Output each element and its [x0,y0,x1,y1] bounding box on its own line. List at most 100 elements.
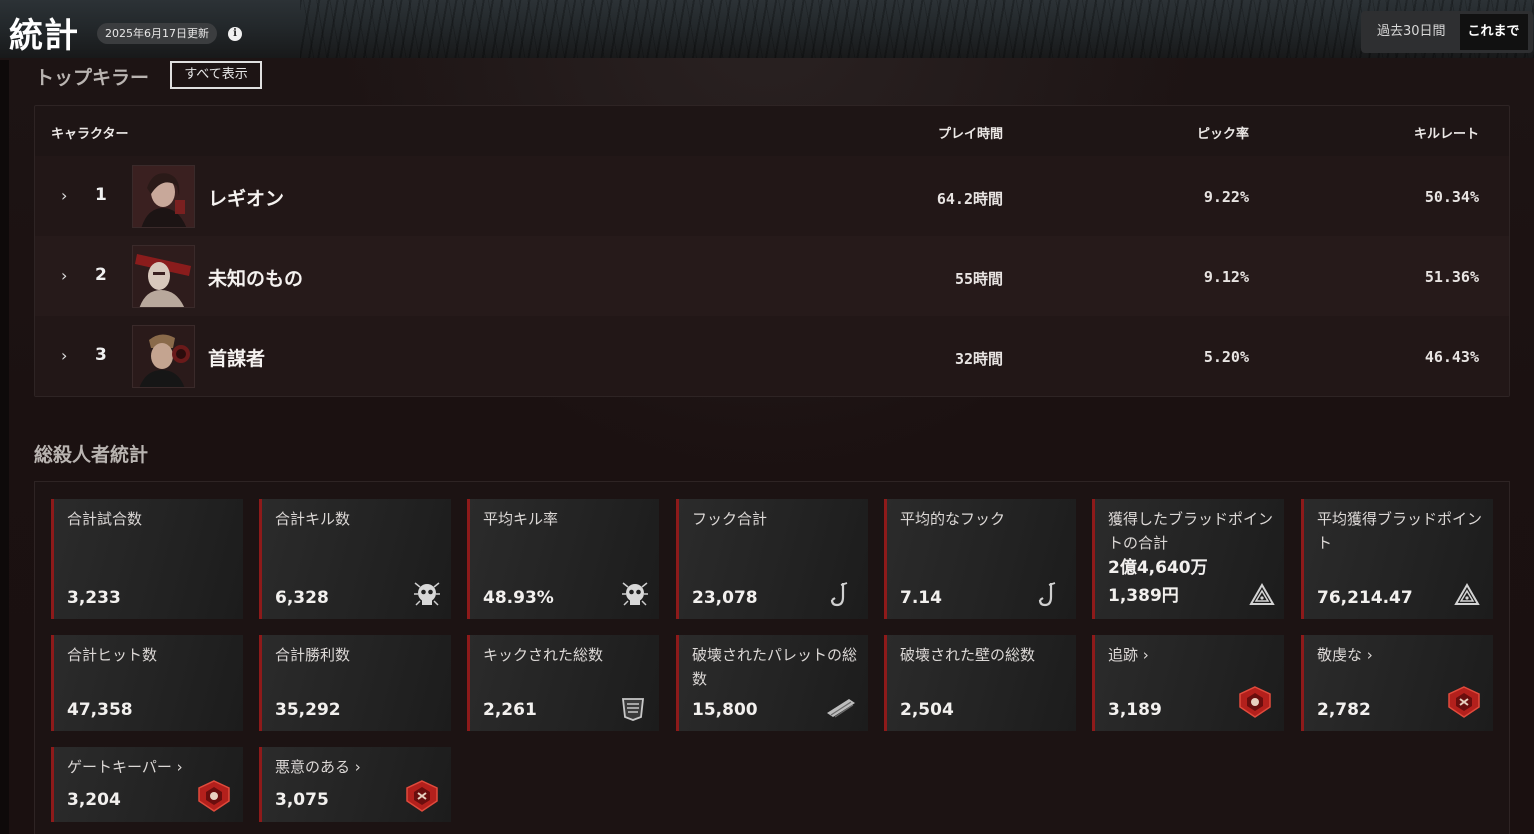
stat-card-total-bloodpoints: 獲得したブラッドポイントの合計 2億4,640万 1,389円 [1092,499,1284,619]
stat-card-total-wins: 合計勝利数 35,292 [259,635,451,731]
row-rank: 1 [95,185,107,205]
row-rank: 3 [95,345,107,365]
stat-value: 3,233 [67,588,121,608]
stat-label: 合計試合数 [67,510,143,528]
stat-label[interactable]: 追跡 › [1108,643,1274,667]
stat-card-total-matches: 合計試合数 3,233 [51,499,243,619]
playtime-value: 32時間 [954,350,1003,368]
stat-card-average-bloodpoints: 平均獲得ブラッドポイント 76,214.47 [1301,499,1493,619]
killer-stats-title: 総殺人者統計 [34,444,149,466]
header-grass-decoration [300,0,1534,58]
stat-card-malicious-emblem[interactable]: 悪意のある › 3,075 [259,747,451,822]
stat-label: 合計ヒット数 [67,646,158,664]
stat-value: 2,261 [483,700,537,720]
killer-name: 未知のもの [208,268,304,290]
kill-rate-value: 50.34% [1424,188,1479,206]
kill-rate-value: 46.43% [1424,348,1479,366]
skull-icon [414,582,440,606]
stat-label: フック合計 [692,510,768,528]
kill-rate-value: 51.36% [1424,268,1479,286]
pallet-icon [827,699,855,718]
hook-icon [1038,582,1056,607]
stat-label: 合計勝利数 [275,646,351,664]
skull-icon [622,582,648,606]
column-header-playtime: プレイ時間 [937,127,1003,142]
column-header-kill-rate: キルレート [1413,127,1479,142]
stat-value: 47,358 [67,700,133,720]
killer-portrait [132,325,195,388]
stat-label: 獲得したブラッドポイントの合計 [1108,510,1274,552]
stat-label: 平均キル率 [483,510,559,528]
top-killers-title: トップキラー [35,67,150,89]
stat-card-total-hooks: フック合計 23,078 [676,499,868,619]
stat-value: 3,204 [67,790,121,810]
stat-card-total-kicks: キックされた総数 2,261 [467,635,659,731]
stat-card-total-pallets-broken: 破壊されたパレットの総数 15,800 [676,635,868,731]
emblem-icon [1448,686,1480,718]
bloodpoint-icon [1454,583,1480,605]
killer-name: 首謀者 [208,348,266,370]
stat-value-line1: 2億4,640万 [1108,558,1208,578]
expand-chevron-icon[interactable]: › [61,346,67,365]
stat-card-average-hooks: 平均的なフック 7.14 [884,499,1076,619]
stat-value: 7.14 [900,588,942,608]
table-row[interactable]: › 3 首謀者 32時間 5.20% 46.43% [35,316,1509,396]
expand-chevron-icon[interactable]: › [61,186,67,205]
column-header-character: キャラクター [51,127,129,142]
killer-name: レギオン [208,188,285,210]
stat-label: 平均獲得ブラッドポイント [1317,510,1483,552]
stat-card-total-hits: 合計ヒット数 47,358 [51,635,243,731]
stat-label: 平均的なフック [900,510,1006,528]
info-icon[interactable]: i [228,27,242,41]
stat-value: 48.93% [483,588,554,608]
playtime-value: 55時間 [954,270,1003,288]
killer-stats-panel: 合計試合数 3,233 合計キル数 6,328 平均キル率 48.93% フック… [34,481,1510,834]
expand-chevron-icon[interactable]: › [61,266,67,285]
stat-card-gatekeeper-emblem[interactable]: ゲートキーパー › 3,204 [51,747,243,822]
time-range-toggle: 過去30日間 これまで [1361,11,1533,53]
show-all-button[interactable]: すべて表示 [170,61,262,89]
stat-label: 合計キル数 [275,510,351,528]
stat-label: 破壊されたパレットの総数 [692,646,858,688]
stat-value: 2,782 [1317,700,1371,720]
stat-value: 3,189 [1108,700,1162,720]
emblem-icon [198,780,230,812]
stat-value: 35,292 [275,700,341,720]
generator-icon [621,698,645,721]
page-title: 統計 [9,16,79,56]
stat-value: 2,504 [900,700,954,720]
killer-portrait [132,165,195,228]
stat-value: 6,328 [275,588,329,608]
stat-label: 破壊された壁の総数 [900,646,1036,664]
emblem-icon [406,780,438,812]
stat-card-devout-emblem[interactable]: 敬虔な › 2,782 [1301,635,1493,731]
table-row[interactable]: › 1 レギオン 64.2時間 9.22% 50.34% [35,156,1509,236]
killer-portrait [132,245,195,308]
stat-label[interactable]: ゲートキーパー › [67,755,233,779]
range-option-all-time[interactable]: これまで [1459,14,1528,50]
hook-icon [830,582,848,607]
stat-card-total-kills: 合計キル数 6,328 [259,499,451,619]
stat-label[interactable]: 敬虔な › [1317,643,1483,667]
table-row[interactable]: › 2 未知のもの 55時間 9.12% 51.36% [35,236,1509,316]
stat-card-total-walls-broken: 破壊された壁の総数 2,504 [884,635,1076,731]
pick-rate-value: 9.22% [1203,188,1249,206]
emblem-icon [1239,686,1271,718]
header-banner: 統計 2025年6月17日更新 i 過去30日間 これまで [0,0,1534,58]
bloodpoint-icon [1249,583,1275,605]
stat-value: 15,800 [692,700,758,720]
left-rail [0,60,9,834]
stat-card-average-kill-rate: 平均キル率 48.93% [467,499,659,619]
stat-card-chaser-emblem[interactable]: 追跡 › 3,189 [1092,635,1284,731]
stat-value-line2: 1,389円 [1108,586,1179,606]
stat-value: 3,075 [275,790,329,810]
playtime-value: 64.2時間 [936,190,1003,208]
row-rank: 2 [95,265,107,285]
stat-label[interactable]: 悪意のある › [275,755,441,779]
pick-rate-value: 9.12% [1203,268,1249,286]
range-option-30days[interactable]: 過去30日間 [1363,14,1460,50]
updated-date-badge: 2025年6月17日更新 [97,23,217,44]
stat-value: 23,078 [692,588,758,608]
column-header-pick-rate: ピック率 [1196,127,1249,142]
pick-rate-value: 5.20% [1203,348,1249,366]
